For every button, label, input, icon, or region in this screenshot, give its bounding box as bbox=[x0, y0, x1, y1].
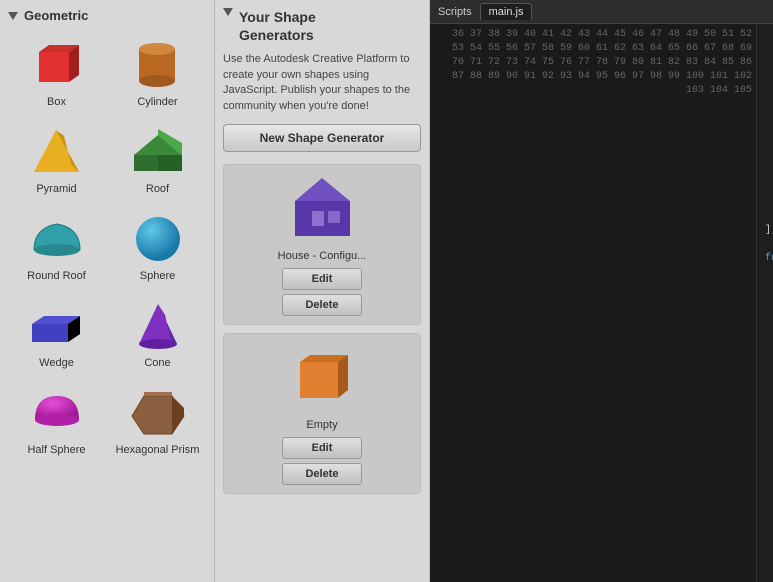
shape-card-empty: Empty Edit Delete bbox=[223, 333, 421, 494]
empty-edit-button[interactable]: Edit bbox=[282, 437, 362, 459]
house-delete-button[interactable]: Delete bbox=[282, 294, 362, 316]
collapse-icon[interactable] bbox=[8, 12, 18, 20]
shape-sphere[interactable]: Sphere bbox=[109, 205, 206, 288]
shape-round-roof-preview bbox=[27, 211, 87, 266]
code-editor[interactable]: "displayName": "Wall Height", "type": "l… bbox=[757, 24, 773, 582]
shapes-grid: Box Cylinder Pyramid bbox=[8, 31, 206, 462]
shape-card-house: House - Configu... Edit Delete bbox=[223, 164, 421, 325]
main-js-tab[interactable]: main.js bbox=[480, 3, 533, 20]
left-panel: Geometric Box bbox=[0, 0, 215, 582]
shape-half-sphere[interactable]: Half Sphere bbox=[8, 379, 105, 462]
shape-box[interactable]: Box bbox=[8, 31, 105, 114]
shape-hex-prism-preview bbox=[128, 385, 188, 440]
shape-half-sphere-label: Half Sphere bbox=[27, 444, 85, 456]
shape-half-sphere-preview bbox=[27, 385, 87, 440]
middle-title: Your ShapeGenerators bbox=[239, 8, 316, 44]
shape-roof[interactable]: Roof bbox=[109, 118, 206, 201]
shape-wedge[interactable]: Wedge bbox=[8, 292, 105, 375]
shape-cylinder-preview bbox=[128, 37, 188, 92]
shape-wedge-preview bbox=[27, 298, 87, 353]
left-panel-title: Geometric bbox=[24, 8, 88, 23]
shape-box-label: Box bbox=[47, 96, 66, 108]
house-card-name: House - Configu... bbox=[278, 250, 367, 262]
code-body: 36 37 38 39 40 41 42 43 44 45 46 47 48 4… bbox=[430, 24, 773, 582]
shape-cylinder-label: Cylinder bbox=[137, 96, 177, 108]
empty-card-name: Empty bbox=[306, 419, 337, 431]
shape-cone-label: Cone bbox=[144, 357, 170, 369]
house-preview bbox=[287, 171, 357, 246]
shape-sphere-preview bbox=[128, 211, 188, 266]
shape-pyramid-preview bbox=[27, 124, 87, 179]
middle-header: Your ShapeGenerators bbox=[223, 8, 421, 44]
shape-wedge-label: Wedge bbox=[39, 357, 74, 369]
line-numbers: 36 37 38 39 40 41 42 43 44 45 46 47 48 4… bbox=[430, 24, 757, 582]
house-edit-button[interactable]: Edit bbox=[282, 268, 362, 290]
new-shape-button[interactable]: New Shape Generator bbox=[223, 124, 421, 152]
shape-cone-preview bbox=[128, 298, 188, 353]
scripts-label: Scripts bbox=[438, 6, 472, 18]
shape-hex-prism-label: Hexagonal Prism bbox=[116, 444, 200, 456]
shape-sphere-label: Sphere bbox=[140, 270, 175, 282]
shape-roof-preview bbox=[128, 124, 188, 179]
code-header: Scripts main.js bbox=[430, 0, 773, 24]
shape-roof-label: Roof bbox=[146, 183, 169, 195]
shape-cylinder[interactable]: Cylinder bbox=[109, 31, 206, 114]
empty-delete-button[interactable]: Delete bbox=[282, 463, 362, 485]
shape-box-preview bbox=[27, 37, 87, 92]
shape-pyramid-label: Pyramid bbox=[36, 183, 76, 195]
shape-round-roof[interactable]: Round Roof bbox=[8, 205, 105, 288]
middle-panel: Your ShapeGenerators Use the Autodesk Cr… bbox=[215, 0, 430, 582]
right-panel: Scripts main.js 36 37 38 39 40 41 42 43 … bbox=[430, 0, 773, 582]
shape-pyramid[interactable]: Pyramid bbox=[8, 118, 105, 201]
shape-round-roof-label: Round Roof bbox=[27, 270, 86, 282]
middle-collapse-icon[interactable] bbox=[223, 8, 233, 16]
middle-description: Use the Autodesk Creative Platform to cr… bbox=[223, 52, 421, 114]
left-panel-header: Geometric bbox=[8, 8, 206, 23]
empty-preview bbox=[287, 340, 357, 415]
shape-cone[interactable]: Cone bbox=[109, 292, 206, 375]
shape-hex-prism[interactable]: Hexagonal Prism bbox=[109, 379, 206, 462]
